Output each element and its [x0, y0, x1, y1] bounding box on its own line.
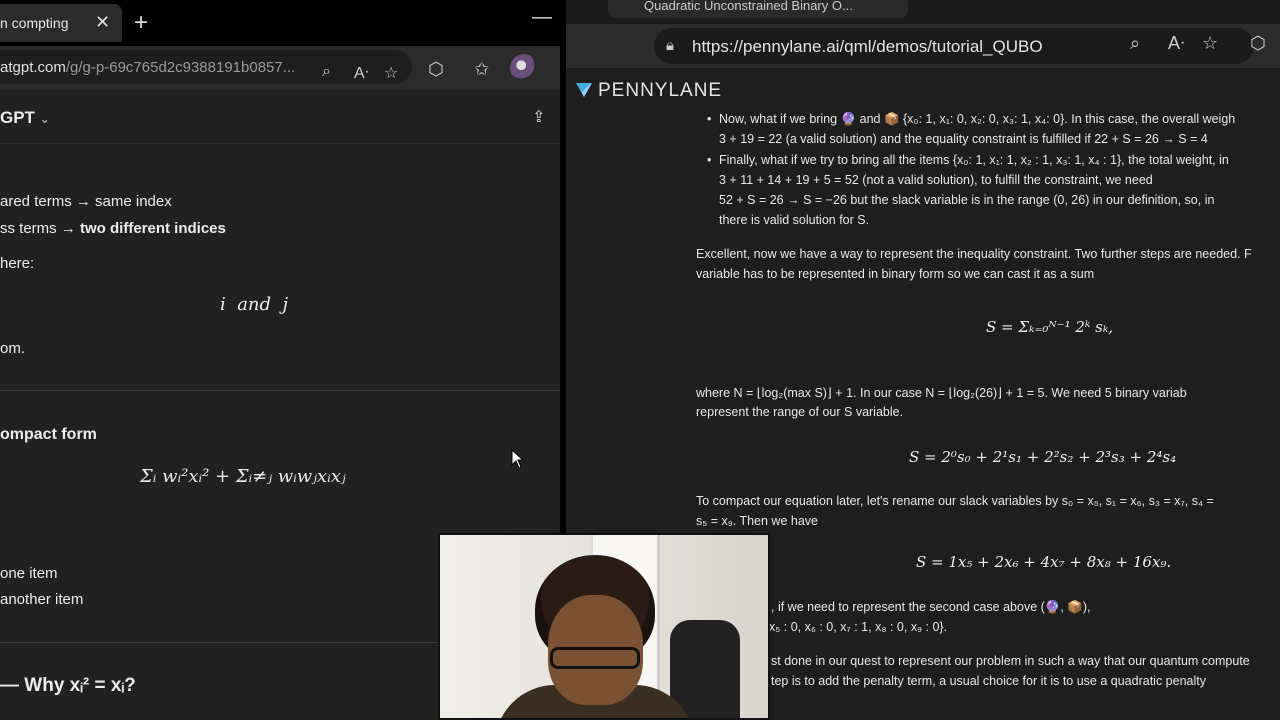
right-address-bar[interactable]: 🔒︎ https://pennylane.ai/qml/demos/tutori… [654, 28, 1254, 64]
chat-header: GPT ⌄ ⇪ [0, 90, 560, 144]
right-url-text: https://pennylane.ai/qml/demos/tutorial_… [692, 37, 1043, 56]
paragraph-3-line-1: To compact our equation later, let's ren… [696, 494, 1214, 508]
zoom-icon[interactable]: ⌕ [1130, 33, 1140, 54]
equation-sum-slack: S = Σₖ₌₀ᴺ⁻¹ 2ᵏ sₖ, [986, 318, 1114, 336]
webcam-person-glasses [550, 647, 640, 669]
new-tab-icon[interactable]: + [134, 9, 148, 37]
formula-i-and-j: i and j [220, 294, 289, 315]
zoom-icon[interactable]: ⌕ [322, 63, 331, 81]
favorite-star-icon[interactable]: ☆ [1202, 33, 1218, 54]
refresh-icon[interactable]: ↻ [618, 32, 635, 57]
bullet-1-line-2: 3 + 19 = 22 (a valid solution) and the e… [719, 132, 1208, 146]
cross-prefix: ss terms → [0, 220, 81, 237]
left-address-row: atgpt.com/g/g-p-69c765d2c9388191b0857...… [0, 46, 560, 90]
formula-sum: Σᵢ wᵢ²xᵢ² + Σᵢ≠ⱼ wᵢwⱼxᵢxⱼ [140, 466, 346, 487]
text-om: om. [0, 340, 26, 357]
text-another-item: another item [0, 591, 84, 608]
paragraph-2-line-2: represent the range of our S variable. [696, 405, 904, 419]
bullet-2-line-4: there is valid solution for S. [719, 213, 870, 227]
heading-compact-form: ompact form [0, 426, 97, 443]
lock-icon: 🔒︎ [666, 37, 674, 54]
text-squared-terms: ared terms → same index [0, 193, 172, 210]
pennylane-logo[interactable]: PENNYLANE [576, 80, 722, 102]
text-one-item: one item [0, 565, 58, 582]
mouse-cursor-icon [511, 449, 525, 469]
pennylane-logo-icon [576, 83, 592, 97]
share-icon[interactable]: ⇪ [532, 107, 545, 127]
bullet-2-line-2: 3 + 11 + 14 + 19 + 5 = 52 (not a valid s… [719, 173, 1153, 187]
extensions-icon[interactable]: ⬡ [1250, 33, 1266, 54]
paragraph-5-line-2: tep is to add the penalty term, a usual … [771, 674, 1206, 688]
paragraph-1-line-2: variable has to be represented in binary… [696, 267, 1095, 281]
url-host: atgpt.com [0, 59, 66, 76]
webcam-overlay [438, 533, 770, 720]
back-arrow-icon[interactable]: ← [574, 32, 594, 55]
paragraph-3-line-2: s₅ = x₉. Then we have [696, 514, 818, 528]
left-tab-title: n compting [0, 15, 69, 31]
text-cross-terms: ss terms → two different indices [0, 220, 226, 237]
close-tab-icon[interactable]: ✕ [95, 12, 110, 33]
minimize-icon[interactable]: — [532, 6, 552, 29]
paragraph-4-line-1: , if we need to represent the second cas… [771, 600, 1091, 614]
paragraph-2-line-1: where N = ⌊log₂(max S)⌋ + 1. In our case… [696, 386, 1187, 400]
model-selector[interactable]: GPT ⌄ [0, 108, 50, 128]
paragraph-4-line-2: x₅ : 0, x₆ : 0, x₇ : 1, x₈ : 0, x₉ : 0}. [769, 620, 948, 634]
bullet-2-line-3: 52 + S = 26 → S = −26 but the slack vari… [719, 193, 1215, 207]
url-path: /g/g-p-69c765d2c9388191b0857... [65, 59, 296, 76]
brand-text: PENNYLANE [598, 80, 723, 101]
avatar[interactable] [510, 54, 538, 82]
right-tab-title: Quadratic Unconstrained Binary O... [644, 0, 853, 13]
read-aloud-icon[interactable]: Aᐧ [354, 63, 369, 83]
bullet-1-line-1: Now, what if we bring 🔮 and 📦 {x₀: 1, x₁… [707, 112, 1235, 127]
paragraph-5-line-1: st done in our quest to represent our pr… [771, 654, 1250, 668]
divider-line [0, 390, 560, 391]
extensions-icon[interactable]: ⬡ [428, 59, 444, 80]
equation-binary-expansion: S = 2⁰s₀ + 2¹s₁ + 2²s₂ + 2³s₃ + 2⁴s₄ [909, 448, 1177, 466]
bullet-2-line-1: Finally, what if we try to bring all the… [707, 153, 1229, 167]
paragraph-1-line-1: Excellent, now we have a way to represen… [696, 247, 1252, 261]
text-here: here: [0, 255, 35, 272]
chevron-down-icon: ⌄ [39, 112, 50, 126]
right-tab-bar: Quadratic Unconstrained Binary O... [566, 0, 1280, 24]
left-active-tab[interactable]: n compting ✕ [0, 4, 122, 42]
right-active-tab[interactable]: Quadratic Unconstrained Binary O... [608, 0, 908, 18]
equation-renamed: S = 1x₅ + 2x₆ + 4x₇ + 8x₈ + 16x₉. [916, 553, 1172, 571]
left-tab-bar: n compting ✕ + — [0, 0, 560, 46]
cross-bold: two different indices [80, 220, 226, 237]
heading-why: — Why xᵢ² = xᵢ? [0, 675, 136, 696]
left-url-text: atgpt.com/g/g-p-69c765d2c9388191b0857... [0, 59, 295, 76]
read-aloud-icon[interactable]: Aᐧ [1168, 33, 1185, 54]
favorite-star-icon[interactable]: ☆ [384, 63, 398, 83]
left-address-bar[interactable]: atgpt.com/g/g-p-69c765d2c9388191b0857...… [0, 50, 412, 84]
model-name: GPT [0, 108, 35, 127]
favorites-icon[interactable]: ✩ [474, 59, 489, 80]
